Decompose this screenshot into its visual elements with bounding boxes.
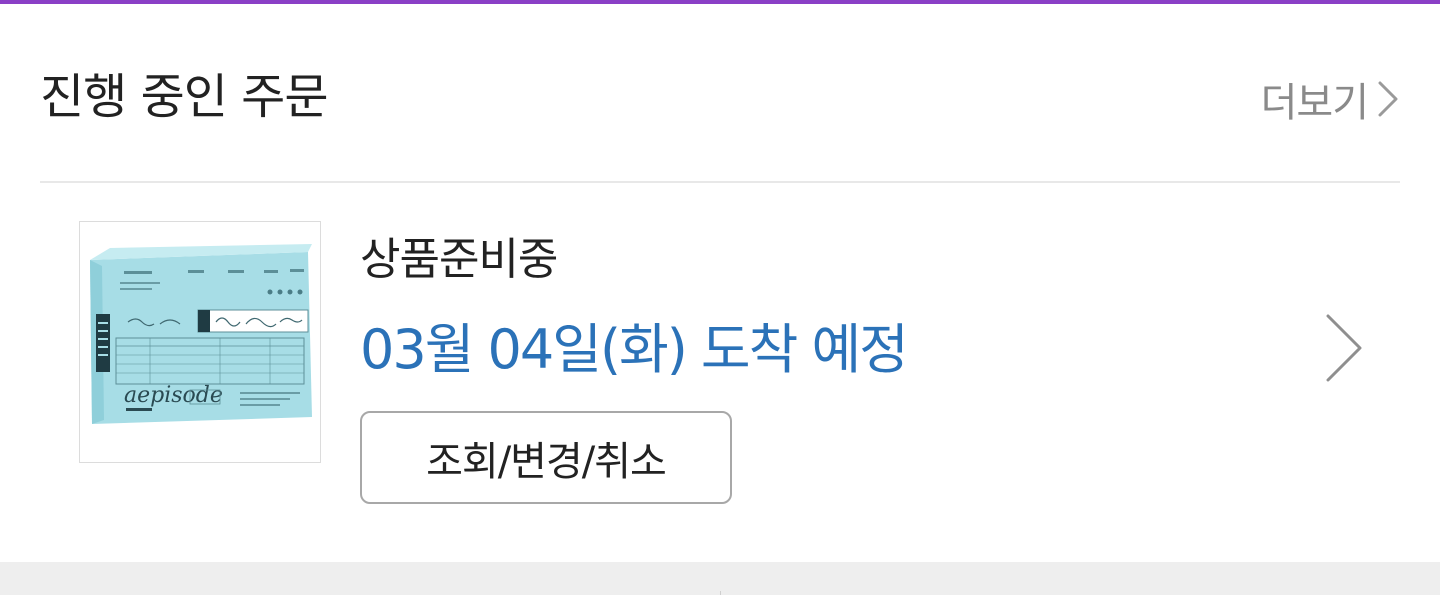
- ongoing-orders-section: 진행 중인 주문 더보기 aepisode 상품준비중 03월 04일(화) 도…: [0, 0, 1440, 595]
- more-link-label: 더보기: [1260, 80, 1369, 126]
- order-manage-button[interactable]: 조회/변경/취소: [360, 411, 732, 504]
- top-accent-bar: [0, 0, 1440, 4]
- separator-tick: [720, 591, 721, 595]
- chevron-right-icon: [1378, 81, 1398, 117]
- order-status: 상품준비중: [360, 234, 558, 285]
- delivery-eta: 03월 04일(화) 도착 예정: [360, 318, 909, 381]
- product-thumbnail[interactable]: aepisode: [79, 221, 321, 463]
- section-title: 진행 중인 주문: [40, 69, 328, 125]
- divider: [40, 181, 1400, 183]
- more-link[interactable]: 더보기: [1261, 66, 1400, 132]
- chevron-right-icon: [1326, 314, 1362, 382]
- order-detail-chevron[interactable]: [1322, 310, 1366, 386]
- album-package-image: aepisode: [90, 244, 312, 424]
- order-list-item[interactable]: aepisode 상품준비중 03월 04일(화) 도착 예정 조회/변경/취소: [40, 200, 1400, 530]
